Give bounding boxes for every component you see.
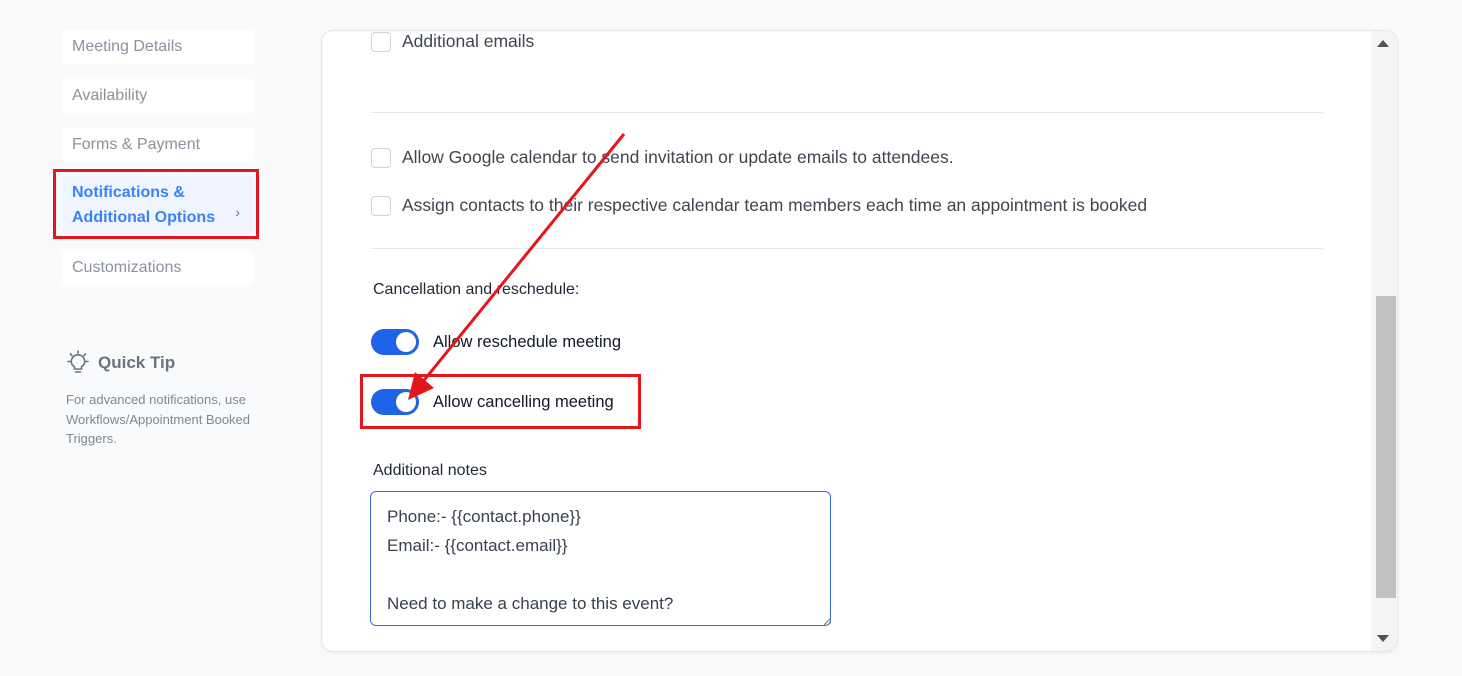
sidebar-item-label: Meeting Details xyxy=(72,38,183,55)
quick-tip: Quick Tip For advanced notifications, us… xyxy=(66,350,266,449)
additional-emails-checkbox[interactable] xyxy=(371,31,391,52)
additional-notes-textarea[interactable]: Phone:- {{contact.phone}} Email:- {{cont… xyxy=(370,491,831,626)
section-divider xyxy=(370,112,1323,113)
sidebar-item-forms-payment[interactable]: Forms & Payment xyxy=(62,128,254,162)
assign-contacts-label: Assign contacts to their respective cale… xyxy=(402,195,1148,215)
additional-emails-label: Additional emails xyxy=(402,31,535,51)
section-divider xyxy=(370,248,1323,249)
additional-emails-row: Additional emails xyxy=(371,31,534,52)
google-calendar-row: Allow Google calendar to send invitation… xyxy=(371,147,954,168)
assign-contacts-row: Assign contacts to their respective cale… xyxy=(371,195,1147,216)
google-calendar-label: Allow Google calendar to send invitation… xyxy=(402,147,954,167)
resize-grip-icon[interactable] xyxy=(822,616,832,626)
sidebar-item-label: Customizations xyxy=(72,259,182,276)
sidebar-item-label: Availability xyxy=(72,87,148,104)
notifications-panel: Additional emails Allow Google calendar … xyxy=(321,30,1398,652)
sidebar-item-availability[interactable]: Availability xyxy=(62,79,254,113)
sidebar-item-customizations[interactable]: Customizations xyxy=(62,251,254,285)
cancellation-section-label: Cancellation and reschedule: xyxy=(373,281,580,298)
toggle-knob xyxy=(396,332,416,352)
sidebar-item-label: Forms & Payment xyxy=(72,136,201,153)
sidebar-item-meeting-details[interactable]: Meeting Details xyxy=(62,30,254,64)
annotation-highlight-box xyxy=(360,374,641,429)
scroll-down-arrow-icon[interactable] xyxy=(1377,635,1389,642)
quick-tip-title: Quick Tip xyxy=(98,353,176,372)
allow-reschedule-label: Allow reschedule meeting xyxy=(433,332,622,351)
allow-reschedule-toggle[interactable] xyxy=(371,329,419,355)
scroll-up-arrow-icon[interactable] xyxy=(1377,40,1389,47)
quick-tip-header: Quick Tip xyxy=(66,350,266,376)
assign-contacts-checkbox[interactable] xyxy=(371,195,391,216)
google-calendar-checkbox[interactable] xyxy=(371,147,391,168)
allow-reschedule-row: Allow reschedule meeting xyxy=(371,329,621,355)
quick-tip-text: For advanced notifications, use Workflow… xyxy=(66,392,251,446)
lightbulb-icon xyxy=(67,350,89,373)
additional-notes-label: Additional notes xyxy=(373,462,487,479)
scrollbar[interactable] xyxy=(1371,31,1397,651)
scrollbar-thumb[interactable] xyxy=(1376,296,1396,598)
annotation-highlight-box xyxy=(53,169,259,239)
